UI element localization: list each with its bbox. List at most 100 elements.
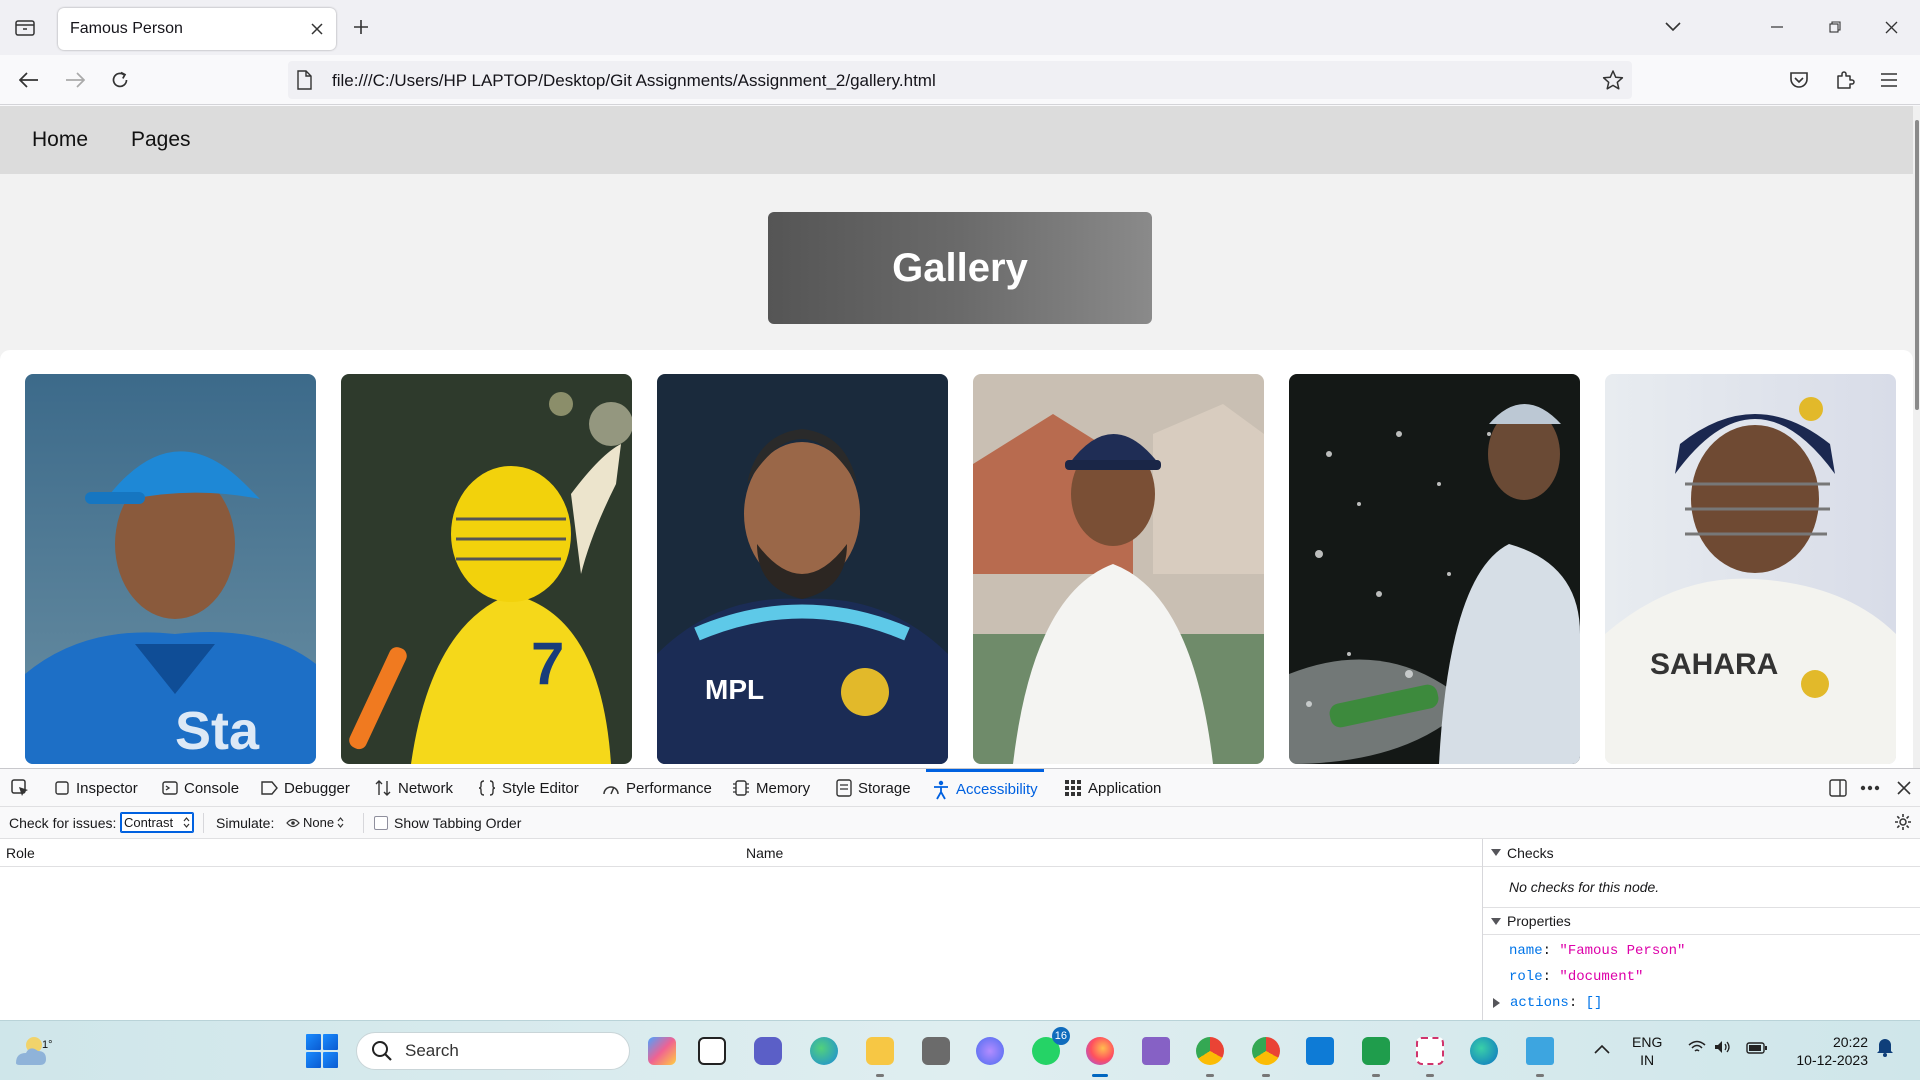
simulate-select[interactable]: None [286,815,344,830]
tab-debugger[interactable]: Debugger [254,769,356,807]
element-picker-icon[interactable] [6,775,34,801]
properties-section-header[interactable]: Properties [1483,907,1920,935]
nav-link-pages[interactable]: Pages [131,128,191,152]
tab-accessibility-label: Accessibility [956,781,1038,798]
tab-list-icon[interactable] [8,10,42,44]
restore-window-icon[interactable] [1812,8,1858,46]
green-app-icon[interactable] [1358,1033,1394,1077]
gallery-photo-3[interactable]: MPL [657,374,948,764]
close-tab-icon[interactable] [306,18,328,40]
teams-chat-icon[interactable] [750,1033,786,1069]
forward-arrow-icon[interactable] [58,63,92,97]
collapsed-triangle-icon[interactable] [1493,998,1500,1008]
media-player-icon[interactable] [918,1033,954,1069]
checkbox-box[interactable] [374,816,388,830]
property-key: actions [1510,995,1569,1011]
checks-section-header[interactable]: Checks [1483,839,1920,867]
style-editor-icon [478,780,496,796]
taskbar-clock[interactable]: 20:22 10-12-2023 [1780,1033,1868,1069]
running-indicator [1206,1074,1214,1077]
show-tabbing-order-checkbox[interactable]: Show Tabbing Order [374,815,521,831]
property-role-row[interactable]: role: "document" [1509,969,1643,985]
close-window-icon[interactable] [1868,8,1914,46]
vscode-icon[interactable] [1302,1033,1338,1069]
tab-overflow-chevron-icon[interactable] [1650,8,1696,46]
show-tabbing-order-label: Show Tabbing Order [394,815,522,831]
property-name-row[interactable]: name: "Famous Person" [1509,943,1685,959]
copilot-preview-icon[interactable] [644,1033,680,1069]
tab-network[interactable]: Network [368,769,459,807]
chrome-profile-1-icon[interactable] [1192,1033,1228,1077]
search-placeholder: Search [405,1041,459,1060]
visual-studio-icon[interactable] [1138,1033,1174,1069]
tab-application[interactable]: Application [1058,769,1167,807]
photos-icon[interactable] [972,1033,1008,1069]
property-value: "document" [1559,969,1644,985]
scrollbar-thumb[interactable] [1915,120,1919,410]
tab-style-editor[interactable]: Style Editor [472,769,585,807]
notification-bell-icon[interactable] [1876,1037,1894,1061]
property-actions-row[interactable]: actions: [] [1493,995,1602,1011]
new-tab-icon[interactable] [344,10,378,44]
tab-inspector[interactable]: Inspector [48,769,144,807]
gallery-photo-2[interactable]: 7 [341,374,632,764]
edge-icon[interactable] [806,1033,842,1069]
tab-performance-label: Performance [626,779,712,797]
toolbar-separator [203,813,204,833]
gallery-photo-4[interactable] [973,374,1264,764]
wifi-icon[interactable] [1688,1039,1706,1058]
minimize-window-icon[interactable] [1754,8,1800,46]
nav-link-home[interactable]: Home [32,128,88,152]
more-options-icon[interactable] [1856,775,1884,801]
page-vertical-scrollbar[interactable] [1913,106,1920,768]
tab-accessibility[interactable]: Accessibility [926,769,1044,807]
gallery-photo-1[interactable]: Sta [25,374,316,764]
tab-debugger-label: Debugger [284,779,350,797]
close-devtools-icon[interactable] [1890,775,1918,801]
tab-title: Famous Person [70,20,183,37]
firefox-icon[interactable] [1082,1033,1118,1077]
column-role[interactable]: Role [6,845,35,861]
input-language-indicator[interactable]: ENG IN [1632,1033,1662,1069]
weather-widget[interactable]: 1° [10,1031,53,1071]
back-arrow-icon[interactable] [12,63,46,97]
checks-message: No checks for this node. [1509,879,1660,895]
volume-icon[interactable] [1714,1039,1732,1058]
accessibility-settings-gear-icon[interactable] [1894,813,1912,834]
show-hidden-icons-chevron-icon[interactable] [1594,1039,1610,1058]
tab-console[interactable]: Console [156,769,245,807]
notepad-icon[interactable] [1522,1033,1558,1077]
chrome-profile-2-icon[interactable] [1248,1033,1284,1077]
property-key: name [1509,943,1543,959]
file-explorer-icon[interactable] [862,1033,898,1077]
weather-temperature: 1° [42,1039,53,1051]
extensions-puzzle-icon[interactable] [1828,63,1862,97]
devtools-panel: Inspector Console Debugger Network Style… [0,768,1920,1021]
url-bar[interactable]: file:///C:/Users/HP LAPTOP/Desktop/Git A… [288,61,1632,99]
weather-cloud-moon-icon [16,1037,46,1065]
task-view-icon[interactable] [694,1033,730,1069]
reload-icon[interactable] [103,63,137,97]
inspector-icon [55,781,69,795]
running-indicator [1262,1074,1270,1077]
tab-performance[interactable]: Performance [596,769,718,807]
taskbar-search-box[interactable]: Search [356,1032,630,1070]
battery-icon[interactable] [1746,1039,1768,1058]
tab-memory[interactable]: Memory [726,769,816,807]
snipping-tool-icon[interactable] [1412,1033,1448,1077]
gallery-photo-6[interactable]: SAHARA [1605,374,1896,764]
browser-tab-active[interactable]: Famous Person [58,8,336,50]
tab-storage[interactable]: Storage [830,769,917,807]
memory-icon [733,780,749,796]
check-issues-select[interactable]: Contrast [120,812,194,833]
gallery-photo-5[interactable] [1289,374,1580,764]
edge-dev-icon[interactable] [1466,1033,1502,1069]
pocket-icon[interactable] [1782,63,1816,97]
tab-memory-label: Memory [756,779,811,797]
whatsapp-icon[interactable]: 16 [1028,1027,1070,1069]
hamburger-menu-icon[interactable] [1872,63,1906,97]
windows-start-icon[interactable] [306,1034,340,1068]
dock-side-icon[interactable] [1824,775,1852,801]
bookmark-star-icon[interactable] [1602,69,1624,95]
column-name[interactable]: Name [746,845,783,861]
